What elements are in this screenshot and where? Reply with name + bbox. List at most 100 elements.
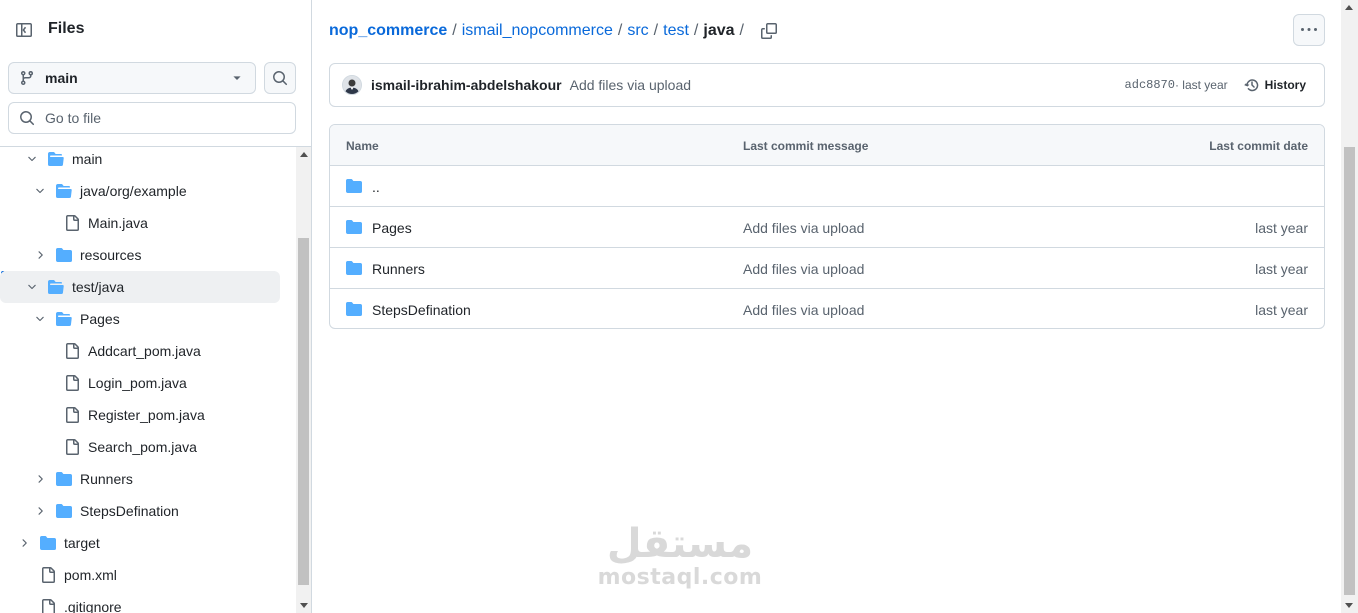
more-options-button[interactable] bbox=[1293, 14, 1325, 46]
breadcrumb: nop_commerce / ismail_nopcommerce / src … bbox=[329, 20, 779, 42]
tree-file-item[interactable]: Search_pom.java bbox=[0, 431, 280, 463]
tree-folder-item[interactable]: Pages bbox=[0, 303, 280, 335]
breadcrumb-link[interactable]: ismail_nopcommerce bbox=[462, 22, 613, 40]
kebab-horizontal-icon bbox=[1301, 28, 1317, 31]
tree-folder-item[interactable]: target bbox=[0, 527, 280, 559]
caret-down-icon bbox=[233, 76, 241, 80]
file-icon bbox=[40, 567, 56, 583]
commit-time: · last year bbox=[1174, 78, 1228, 92]
folder-icon bbox=[346, 301, 362, 317]
column-header-date: Last commit date bbox=[1209, 139, 1308, 153]
tree-item-label: target bbox=[64, 535, 100, 551]
file-tree-sidebar: Files main Go to file main java/org/examp… bbox=[0, 0, 312, 613]
sidebar-scrollbar[interactable] bbox=[296, 147, 311, 613]
directory-link[interactable]: Pages bbox=[372, 220, 412, 236]
chevron-right-icon[interactable] bbox=[32, 247, 48, 263]
search-files-button[interactable] bbox=[264, 62, 296, 94]
breadcrumb-repo-link[interactable]: nop_commerce bbox=[329, 22, 447, 40]
tree-file-item[interactable]: pom.xml bbox=[0, 559, 280, 591]
directory-link[interactable]: Runners bbox=[372, 261, 425, 277]
commit-message-link[interactable]: Add files via upload bbox=[570, 77, 691, 93]
watermark-arabic: مستقل bbox=[606, 521, 754, 567]
commit-message-link[interactable]: Add files via upload bbox=[743, 220, 864, 236]
copy-path-button[interactable] bbox=[759, 21, 779, 41]
tree-item-label: Login_pom.java bbox=[88, 375, 187, 391]
tree-item-label: Addcart_pom.java bbox=[88, 343, 201, 359]
chevron-right-icon[interactable] bbox=[16, 535, 32, 551]
scroll-down-arrow-icon[interactable] bbox=[300, 603, 308, 608]
folder-open-icon bbox=[48, 279, 64, 295]
folder-icon bbox=[40, 535, 56, 551]
branch-select-button[interactable]: main bbox=[8, 62, 256, 94]
page-scroll-thumb[interactable] bbox=[1344, 147, 1355, 595]
sidebar-scroll-thumb[interactable] bbox=[298, 238, 309, 585]
file-tree: main java/org/example Main.java resources te… bbox=[0, 147, 296, 613]
table-row[interactable]: Runners Add files via upload last year bbox=[330, 248, 1324, 289]
folder-open-icon bbox=[48, 151, 64, 167]
go-to-file-input[interactable]: Go to file bbox=[8, 102, 296, 134]
chevron-down-icon[interactable] bbox=[24, 279, 40, 295]
table-row[interactable]: Pages Add files via upload last year bbox=[330, 207, 1324, 248]
commit-message-link[interactable]: Add files via upload bbox=[743, 302, 864, 318]
page-scrollbar[interactable] bbox=[1341, 0, 1358, 613]
breadcrumb-separator: / bbox=[653, 22, 659, 39]
tree-item-label: .gitignore bbox=[64, 599, 122, 613]
tree-folder-item[interactable]: Runners bbox=[0, 463, 280, 495]
go-to-file-placeholder: Go to file bbox=[45, 110, 102, 126]
collapse-sidebar-button[interactable] bbox=[8, 14, 40, 46]
directory-link[interactable]: StepsDefination bbox=[372, 302, 471, 318]
tree-item-label: Pages bbox=[80, 311, 120, 327]
tree-item-label: resources bbox=[80, 247, 142, 263]
scroll-up-arrow-icon[interactable] bbox=[300, 152, 308, 157]
file-icon bbox=[64, 439, 80, 455]
chevron-down-icon[interactable] bbox=[32, 311, 48, 327]
search-icon bbox=[273, 71, 288, 86]
folder-icon bbox=[346, 219, 362, 235]
scroll-down-arrow-icon[interactable] bbox=[1345, 603, 1353, 608]
breadcrumb-separator: / bbox=[739, 22, 744, 39]
tree-file-item[interactable]: Main.java bbox=[0, 207, 280, 239]
file-icon bbox=[40, 599, 56, 613]
tree-item-label: Search_pom.java bbox=[88, 439, 197, 455]
watermark-logo: مستقل mostaql.com bbox=[597, 522, 763, 590]
breadcrumb-link[interactable]: test bbox=[663, 22, 689, 40]
chevron-right-icon[interactable] bbox=[32, 503, 48, 519]
file-icon bbox=[64, 375, 80, 391]
breadcrumb-link[interactable]: src bbox=[627, 22, 648, 40]
history-icon bbox=[1244, 79, 1258, 92]
history-button[interactable]: History bbox=[1244, 77, 1306, 93]
folder-icon bbox=[56, 471, 72, 487]
tree-item-label: test/java bbox=[72, 279, 125, 295]
commit-sha-link[interactable]: adc8870 bbox=[1125, 78, 1175, 92]
scroll-up-arrow-icon[interactable] bbox=[1345, 5, 1353, 10]
tree-folder-item[interactable]: test/java bbox=[0, 271, 280, 303]
breadcrumb-separator: / bbox=[452, 22, 457, 39]
tree-folder-item[interactable]: java/org/example bbox=[0, 175, 280, 207]
table-header: Name Last commit message Last commit dat… bbox=[330, 125, 1324, 166]
column-header-message: Last commit message bbox=[743, 139, 869, 153]
tree-file-item[interactable]: Addcart_pom.java bbox=[0, 335, 280, 367]
tree-folder-item[interactable]: main bbox=[0, 147, 280, 175]
tree-file-item[interactable]: Register_pom.java bbox=[0, 399, 280, 431]
column-header-name: Name bbox=[346, 139, 379, 153]
chevron-down-icon[interactable] bbox=[32, 183, 48, 199]
tree-item-label: Runners bbox=[80, 471, 133, 487]
tree-folder-item[interactable]: StepsDefination bbox=[0, 495, 280, 527]
chevron-down-icon[interactable] bbox=[24, 151, 40, 167]
tree-file-item[interactable]: Login_pom.java bbox=[0, 367, 280, 399]
table-row[interactable]: StepsDefination Add files via upload last … bbox=[330, 289, 1324, 328]
folder-icon bbox=[346, 179, 362, 193]
parent-directory-row[interactable]: .. bbox=[330, 166, 1324, 207]
folder-open-icon bbox=[56, 311, 72, 327]
commit-author-link[interactable]: ismail-ibrahim-abdelshakour bbox=[371, 77, 562, 93]
tree-item-label: Register_pom.java bbox=[88, 407, 205, 423]
breadcrumb-current: java bbox=[703, 22, 735, 39]
tree-file-item[interactable]: .gitignore bbox=[0, 591, 280, 613]
commit-date: last year bbox=[1255, 261, 1308, 277]
parent-directory-link[interactable]: .. bbox=[372, 179, 380, 195]
commit-message-link[interactable]: Add files via upload bbox=[743, 261, 864, 277]
tree-folder-item[interactable]: resources bbox=[0, 239, 280, 271]
folder-open-icon bbox=[56, 183, 72, 199]
chevron-right-icon[interactable] bbox=[32, 471, 48, 487]
author-avatar[interactable] bbox=[342, 75, 362, 95]
